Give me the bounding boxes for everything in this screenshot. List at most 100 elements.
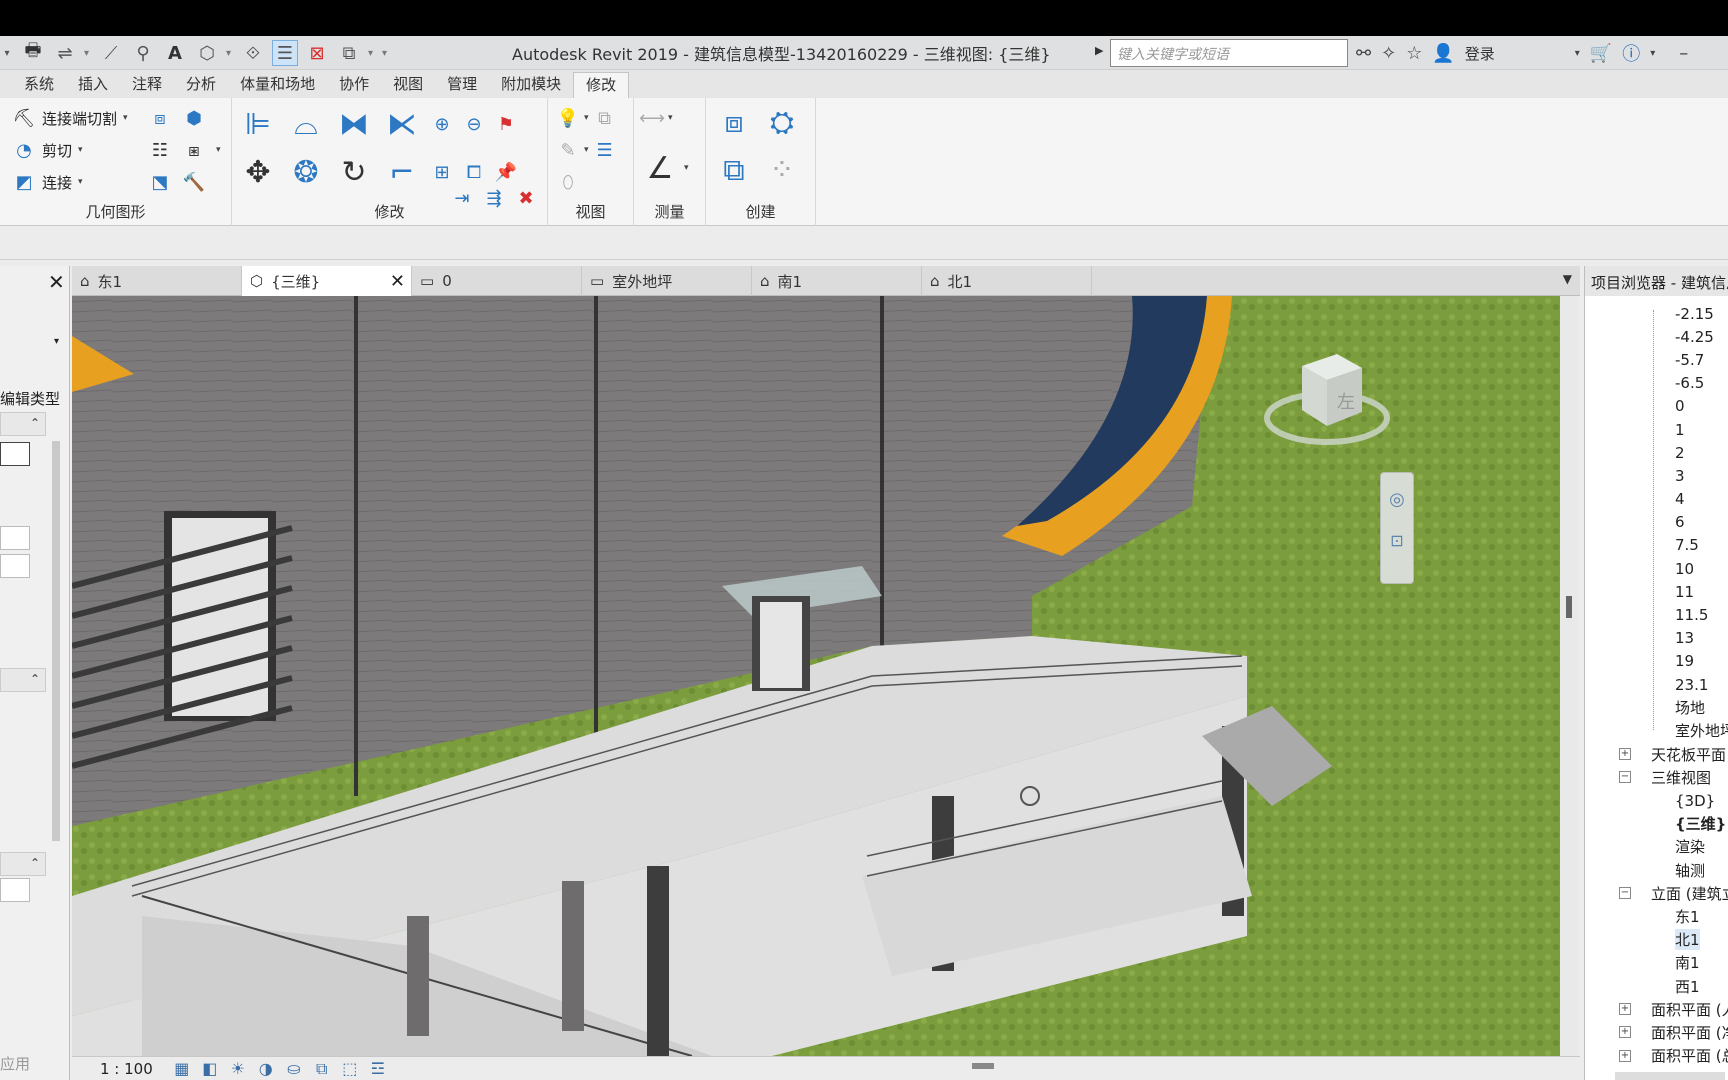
cart-icon[interactable]: 🛒 bbox=[1590, 43, 1612, 64]
chevron-down-icon[interactable]: ▾ bbox=[684, 163, 689, 173]
join-cut-button[interactable]: ⛏ 连接端切割 ▾ bbox=[12, 106, 128, 130]
viewcube[interactable]: 左 bbox=[1262, 346, 1392, 456]
offset-icon[interactable]: ⌓ bbox=[286, 104, 326, 144]
wall-joins-icon[interactable]: ⧈ bbox=[148, 106, 172, 130]
paint-view-icon[interactable]: ⬯ bbox=[556, 170, 580, 194]
rotate-icon[interactable]: ↻ bbox=[334, 152, 374, 192]
apply-button[interactable]: 应用 bbox=[0, 1053, 30, 1074]
browser-item-3d-view-active[interactable]: {三维} bbox=[1585, 812, 1728, 835]
detail-level-icon[interactable]: ▦ bbox=[171, 1059, 193, 1078]
browser-item-elevation-selected[interactable]: 北1 bbox=[1585, 928, 1728, 951]
subscription-icon[interactable]: ✧ bbox=[1381, 43, 1396, 64]
close-tab-icon[interactable]: ✕ bbox=[390, 271, 405, 292]
help-icon[interactable]: ⓘ bbox=[1622, 40, 1640, 66]
close-hidden-icon[interactable]: ⊠ bbox=[304, 40, 330, 66]
split-gap-icon[interactable]: ⊖ bbox=[462, 112, 486, 136]
tab-modify[interactable]: 修改 bbox=[573, 72, 630, 98]
minimize-icon[interactable]: – bbox=[1679, 43, 1688, 64]
dropdown-icon[interactable]: ▾ bbox=[368, 48, 376, 59]
hide-icon[interactable]: 💡 bbox=[556, 106, 580, 130]
section-icon[interactable]: ⟐ bbox=[240, 40, 266, 66]
tab-massing-site[interactable]: 体量和场地 bbox=[228, 72, 327, 98]
expand-icon[interactable]: + bbox=[1619, 1003, 1631, 1016]
browser-item-level[interactable]: 1 bbox=[1585, 418, 1728, 441]
visual-style-icon[interactable]: ◧ bbox=[199, 1059, 221, 1078]
expand-search-icon[interactable]: ▶ bbox=[1095, 44, 1103, 57]
collapse-icon[interactable]: ⌃ bbox=[30, 416, 40, 430]
tab-manage[interactable]: 管理 bbox=[435, 72, 489, 98]
browser-horizontal-scrollbar[interactable] bbox=[1615, 1072, 1725, 1080]
property-field[interactable] bbox=[0, 442, 30, 466]
horizontal-scrollbar-thumb[interactable] bbox=[972, 1063, 994, 1069]
expand-icon[interactable]: + bbox=[1619, 1026, 1631, 1039]
tab-insert[interactable]: 插入 bbox=[66, 72, 120, 98]
browser-item-level[interactable]: 4 bbox=[1585, 488, 1728, 511]
sun-path-icon[interactable]: ☀ bbox=[227, 1059, 249, 1078]
browser-item-level[interactable]: 7.5 bbox=[1585, 534, 1728, 557]
customize-qat-icon[interactable]: ▾ bbox=[382, 48, 390, 59]
chevron-down-icon[interactable]: ▾ bbox=[54, 336, 59, 347]
dropdown-icon[interactable]: ▾ bbox=[84, 48, 92, 59]
scrollbar-thumb[interactable] bbox=[1566, 596, 1572, 618]
browser-item-level[interactable]: 2 bbox=[1585, 441, 1728, 464]
browser-group-area-plan[interactable]: +面积平面 (净面积) bbox=[1585, 1021, 1728, 1044]
browser-group-elevations[interactable]: −立面 (建筑立面) bbox=[1585, 882, 1728, 905]
view-tab-0[interactable]: ▭ 0 bbox=[412, 266, 582, 296]
vertical-scrollbar[interactable] bbox=[1560, 296, 1578, 1056]
crop-view-icon[interactable]: ⧉ bbox=[311, 1059, 333, 1079]
tab-analyze[interactable]: 分析 bbox=[174, 72, 228, 98]
steering-wheel-icon[interactable]: ◎ bbox=[1386, 489, 1408, 511]
browser-item-level[interactable]: 23.1 bbox=[1585, 673, 1728, 696]
line-style-icon[interactable]: ☰ bbox=[593, 138, 617, 162]
view-tab-east1[interactable]: ⌂ 东1 bbox=[72, 266, 242, 296]
pin-icon[interactable]: 📌 bbox=[494, 160, 518, 184]
demolish-icon[interactable]: 🔨 bbox=[182, 170, 206, 194]
browser-item-level[interactable]: 场地 bbox=[1585, 696, 1728, 719]
favorites-icon[interactable]: ☆ bbox=[1406, 43, 1422, 64]
browser-group-area-plan[interactable]: +面积平面 (总建筑面积) bbox=[1585, 1044, 1728, 1067]
thin-lines-icon[interactable]: ☰ bbox=[272, 40, 298, 66]
chevron-down-icon[interactable]: ▾ bbox=[668, 113, 673, 123]
sync-icon[interactable]: ⇌ bbox=[52, 40, 78, 66]
browser-item-level[interactable]: 3 bbox=[1585, 464, 1728, 487]
override-icon[interactable]: ⧉ bbox=[593, 106, 617, 130]
tag-icon[interactable]: ⚲ bbox=[130, 40, 156, 66]
view-scale[interactable]: 1 : 100 bbox=[100, 1060, 153, 1078]
split-element-icon[interactable]: ⊕ bbox=[430, 112, 454, 136]
zoom-region-icon[interactable]: ⊡ bbox=[1386, 531, 1408, 553]
browser-item-level[interactable]: -4.25 bbox=[1585, 325, 1728, 348]
align-tool-icon[interactable]: ⊫ bbox=[238, 104, 278, 144]
trim-extend-icon[interactable]: ⌐ bbox=[382, 152, 422, 192]
view-tab-south1[interactable]: ⌂ 南1 bbox=[752, 266, 922, 296]
property-field[interactable] bbox=[0, 526, 30, 550]
property-field[interactable] bbox=[0, 878, 30, 902]
shadows-icon[interactable]: ◑ bbox=[255, 1059, 277, 1078]
browser-group-area-plan[interactable]: +面积平面 (人防分区面积) bbox=[1585, 998, 1728, 1021]
browser-item-3d-view[interactable]: 渲染 bbox=[1585, 835, 1728, 858]
search-input[interactable]: 键入关键字或短语 bbox=[1110, 39, 1348, 67]
expand-icon[interactable]: + bbox=[1619, 1049, 1631, 1062]
help-dropdown-icon[interactable]: ▾ bbox=[1650, 48, 1655, 59]
tab-collaborate[interactable]: 协作 bbox=[327, 72, 381, 98]
move-icon[interactable]: ✥ bbox=[238, 152, 278, 192]
collapse-icon[interactable]: − bbox=[1619, 771, 1631, 784]
cut-button[interactable]: ◔ 剪切 ▾ bbox=[12, 138, 82, 162]
browser-item-3d-view[interactable]: 轴测 bbox=[1585, 859, 1728, 882]
browser-item-level[interactable]: 0 bbox=[1585, 395, 1728, 418]
chevron-down-icon[interactable]: ▾ bbox=[584, 145, 589, 155]
browser-item-level[interactable]: 19 bbox=[1585, 650, 1728, 673]
binoculars-icon[interactable]: ⚯ bbox=[1356, 43, 1371, 64]
browser-item-elevation[interactable]: 东1 bbox=[1585, 905, 1728, 928]
default-3d-view-icon[interactable]: ⬡ bbox=[194, 40, 220, 66]
browser-item-elevation[interactable]: 南1 bbox=[1585, 951, 1728, 974]
browser-item-level[interactable]: -5.7 bbox=[1585, 348, 1728, 371]
tab-menu-icon[interactable]: ▼ bbox=[1563, 272, 1572, 286]
split-face-icon[interactable]: ⬢ bbox=[182, 106, 206, 130]
print-icon[interactable]: 🖶 bbox=[20, 40, 46, 66]
user-icon[interactable]: 👤 bbox=[1432, 43, 1454, 64]
join-button[interactable]: ◩ 连接 ▾ bbox=[12, 170, 82, 194]
view-tab-3d[interactable]: ⬡ {三维} ✕ bbox=[242, 266, 412, 296]
show-crop-icon[interactable]: ⬚ bbox=[339, 1059, 361, 1078]
measure-icon[interactable]: ⟋ bbox=[98, 40, 124, 66]
align-icon[interactable]: ☷ bbox=[148, 138, 172, 162]
